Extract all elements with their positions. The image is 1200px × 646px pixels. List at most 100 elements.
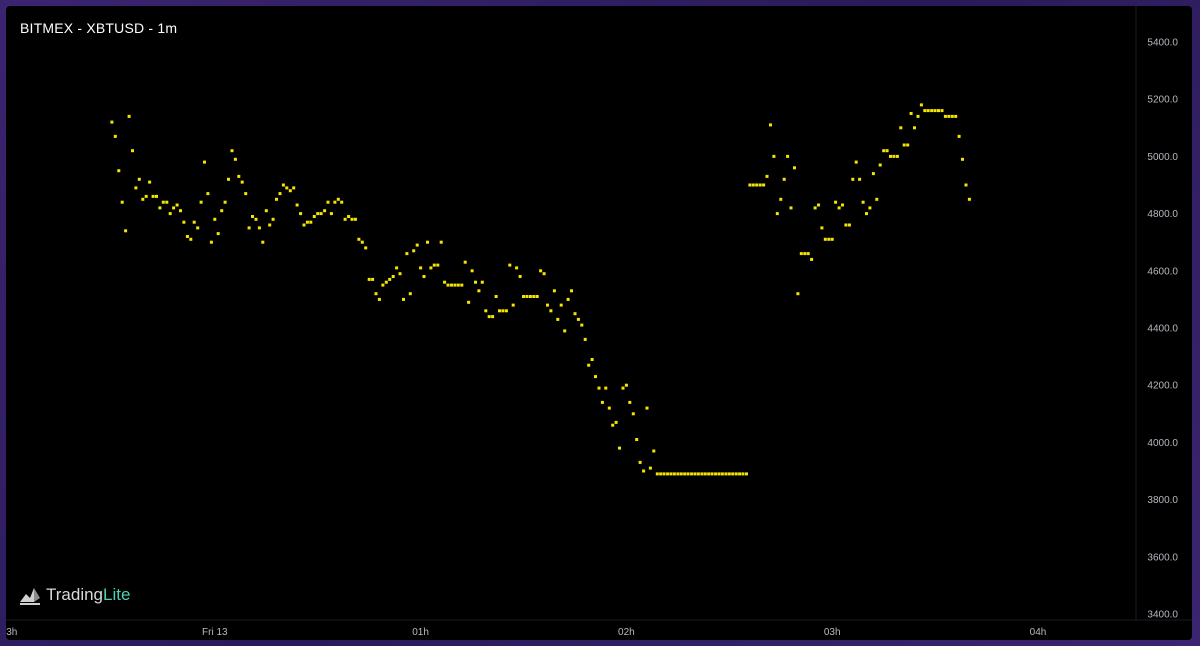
price-tick-label: 4800.0 — [1147, 209, 1178, 220]
trade-dot — [583, 337, 587, 341]
trade-dot — [117, 169, 121, 173]
trade-dot — [817, 203, 820, 207]
trade-dot — [179, 209, 182, 213]
price-axis[interactable]: 3400.0 3600.0 3800.0 4000.0 4200.0 4400.0 4600… — [1147, 38, 1178, 621]
time-axis[interactable]: 23h Fri 13 01h 02h 03h 04h — [6, 627, 1046, 638]
trade-dot — [563, 329, 567, 333]
trade-dot — [278, 192, 282, 196]
trade-dot — [480, 280, 484, 284]
trade-dot — [899, 126, 903, 130]
trade-dot — [837, 206, 841, 210]
trade-dot — [134, 186, 138, 190]
trade-dot — [546, 303, 549, 307]
trade-dot — [261, 240, 265, 244]
trade-dot — [254, 217, 258, 221]
trade-dot — [124, 229, 128, 233]
trade-dot — [477, 289, 481, 293]
trade-dot — [350, 217, 354, 221]
trade-dot — [745, 472, 748, 476]
trade-dot — [570, 289, 573, 293]
trade-dot — [566, 297, 570, 301]
trade-dot — [398, 272, 402, 276]
trade-dot — [113, 134, 117, 138]
trade-dot — [494, 295, 498, 298]
trade-dot — [498, 309, 501, 313]
trade-dot — [851, 177, 855, 181]
price-tick-label: 4200.0 — [1147, 381, 1178, 392]
trade-dot — [244, 192, 248, 196]
trade-dot — [841, 203, 844, 207]
trade-dot — [161, 200, 165, 204]
trade-dot — [539, 269, 543, 273]
trade-dot — [950, 114, 954, 118]
trade-dot — [319, 212, 323, 216]
price-tick-label: 3400.0 — [1147, 610, 1178, 621]
trade-dot — [326, 200, 330, 204]
trade-dot — [312, 215, 316, 218]
trade-dot — [172, 206, 176, 210]
trade-dot — [463, 260, 467, 264]
trade-dot — [624, 383, 628, 387]
trade-dot — [168, 212, 172, 216]
trade-dot — [391, 275, 395, 278]
trade-dot — [707, 472, 711, 476]
trade-dot — [604, 386, 608, 390]
trade-dot — [436, 263, 440, 267]
trade-dot — [360, 240, 364, 244]
trade-dot — [909, 112, 913, 115]
trade-dot — [823, 237, 827, 241]
trade-dot — [889, 154, 892, 158]
price-tick-label: 5000.0 — [1147, 152, 1178, 163]
trade-dot — [552, 289, 556, 293]
trade-dot — [878, 163, 882, 167]
trade-dot — [443, 280, 447, 284]
price-tick-label: 3600.0 — [1147, 552, 1178, 563]
trade-dot — [940, 109, 944, 113]
trade-dot — [652, 449, 656, 453]
trade-dot — [844, 223, 848, 227]
trade-dot — [419, 266, 423, 270]
trade-dot — [717, 472, 721, 476]
trade-dot — [611, 423, 615, 427]
price-tick-label: 5400.0 — [1147, 38, 1178, 49]
trade-dot — [758, 183, 762, 187]
trade-dot — [302, 223, 306, 227]
trade-dot — [137, 177, 141, 181]
price-tick-label: 4600.0 — [1147, 266, 1178, 277]
trade-dot — [275, 197, 278, 201]
trade-dot — [810, 257, 814, 261]
trade-dot — [237, 174, 241, 178]
chart-panel[interactable]: 3400.0 3600.0 3800.0 4000.0 4200.0 4400.0 4600… — [6, 6, 1192, 640]
trade-dot — [696, 472, 700, 476]
trade-dot — [192, 220, 196, 224]
trade-dot — [659, 472, 663, 476]
trade-dot — [203, 160, 206, 164]
trade-dot — [772, 154, 776, 158]
trade-dot — [724, 472, 728, 476]
trade-dot — [329, 212, 333, 216]
trade-dot — [528, 295, 532, 298]
trade-dot — [937, 109, 940, 113]
trade-dot — [144, 194, 148, 198]
trade-dot — [381, 283, 385, 287]
trade-dot — [587, 363, 591, 367]
trade-dot — [576, 317, 580, 321]
trade-dot — [827, 237, 831, 241]
trade-dot — [913, 126, 916, 130]
trade-dot — [151, 194, 155, 198]
trade-dot — [727, 472, 731, 476]
trade-dot — [209, 240, 213, 244]
trade-dot — [930, 109, 934, 113]
trade-dot — [741, 472, 745, 476]
trade-dot — [285, 186, 289, 190]
trade-dot — [518, 275, 522, 278]
trade-dot — [467, 300, 471, 304]
trade-dot — [402, 297, 405, 301]
trade-dot — [522, 295, 525, 298]
trade-dot — [686, 472, 690, 476]
trade-dot — [782, 177, 786, 181]
trade-dot — [148, 180, 152, 184]
price-chart[interactable]: 3400.0 3600.0 3800.0 4000.0 4200.0 4400.0 4600… — [6, 6, 1192, 640]
trade-dot — [676, 472, 680, 476]
tradinglite-logo: Trading Lite — [18, 584, 130, 606]
